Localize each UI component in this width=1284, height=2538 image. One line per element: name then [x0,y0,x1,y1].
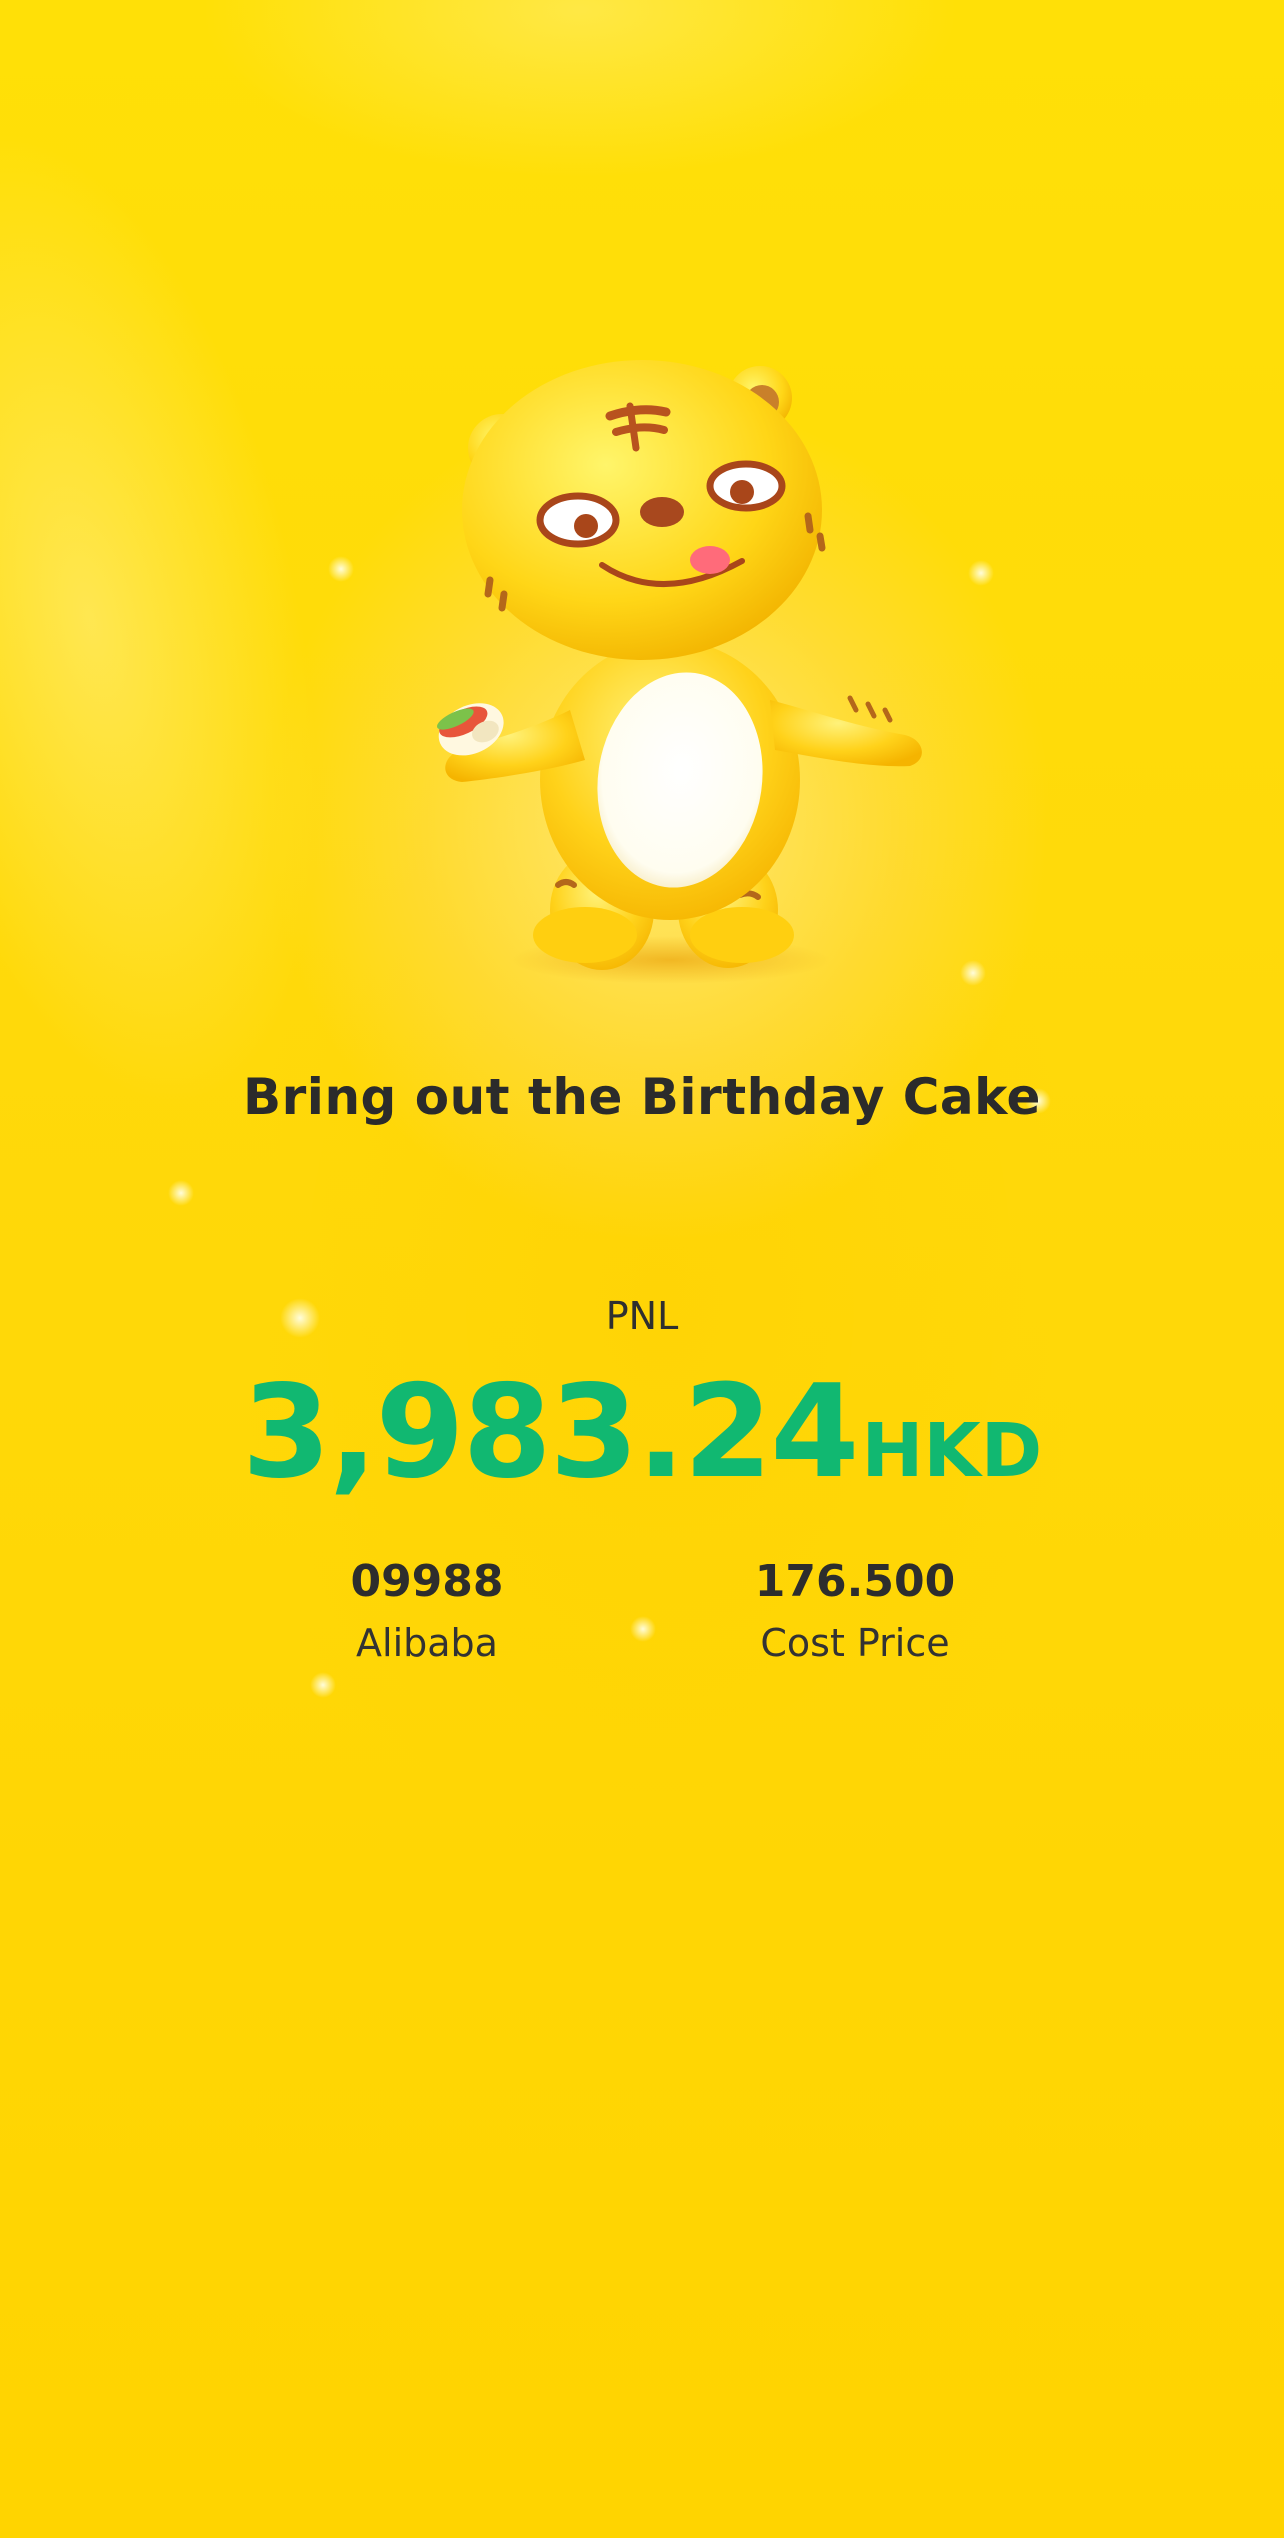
cost-info: 176.500 Cost Price [675,1550,1035,1672]
pnl-value: 3,983.24HKD [0,1358,1284,1507]
pnl-label: PNL [605,1294,679,1338]
cost-price-value: 176.500 [754,1556,956,1607]
sparkle-decoration [630,1616,656,1642]
pnl-currency: HKD [861,1408,1043,1494]
sparkle-decoration [968,560,994,586]
tiger-mascot-icon [380,350,940,990]
sparkle-decoration [168,1180,194,1206]
stock-info: 09988 Alibaba [247,1550,607,1672]
share-card: Bring out the Birthday Cake PNL 3,983.24… [0,0,1284,2538]
background-glow-top [200,0,960,180]
sparkle-decoration [328,556,354,582]
background-glow-left [0,87,400,1153]
cost-price-label: Cost Price [760,1621,950,1665]
stock-name: Alibaba [356,1621,498,1665]
stock-code: 09988 [350,1556,504,1607]
sparkle-decoration [960,960,986,986]
sparkle-decoration [310,1672,336,1698]
pnl-amount: 3,983.24 [241,1358,860,1507]
page-title: Bring out the Birthday Cake [243,1068,1041,1126]
